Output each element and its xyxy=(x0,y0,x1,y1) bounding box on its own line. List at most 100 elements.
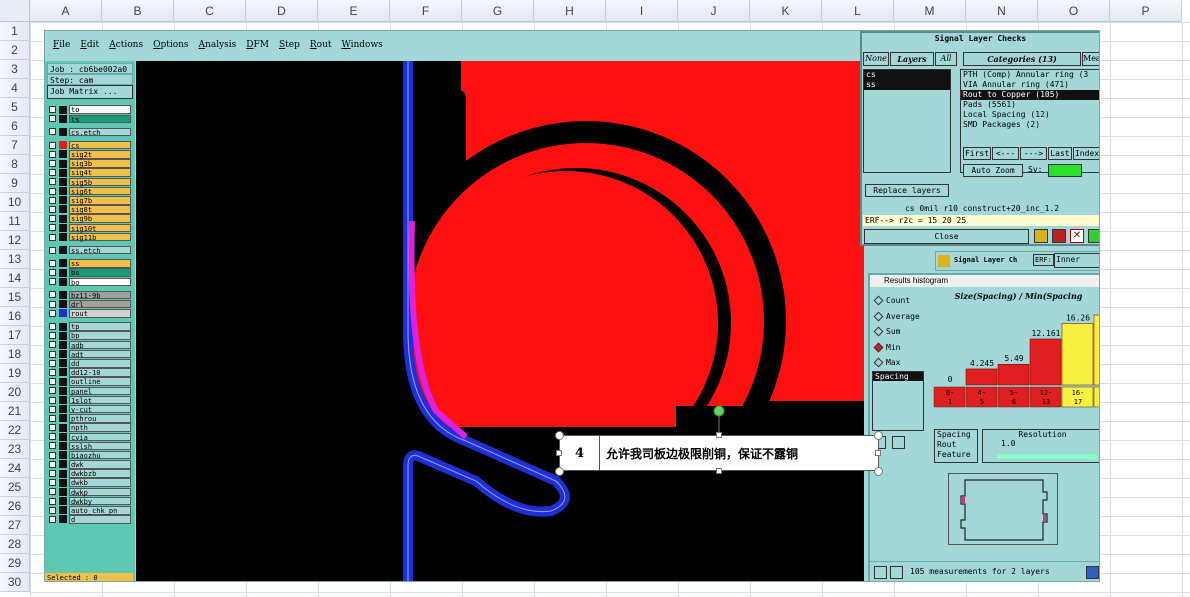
layer-name[interactable]: sig8t xyxy=(69,205,131,214)
layer-name[interactable]: ts xyxy=(69,114,131,124)
layer-color-swatch[interactable] xyxy=(59,506,67,515)
layer-row[interactable]: dd12-10 xyxy=(47,368,133,377)
layer-name[interactable]: ss xyxy=(69,259,131,268)
layer-color-swatch[interactable] xyxy=(59,259,67,268)
histogram-bar[interactable] xyxy=(1093,314,1100,386)
column-header[interactable]: A xyxy=(30,0,102,22)
size-type-item[interactable]: Spacing xyxy=(935,430,977,440)
layer-checkbox[interactable] xyxy=(49,150,56,158)
layer-row[interactable]: cs.etch xyxy=(47,127,133,137)
layer-color-swatch[interactable] xyxy=(59,386,67,395)
layer-color-swatch[interactable] xyxy=(59,300,67,309)
layer-checkbox[interactable] xyxy=(49,332,56,340)
layer-color-swatch[interactable] xyxy=(59,377,67,386)
layer-name[interactable]: sig2t xyxy=(69,150,131,159)
layer-name[interactable]: bo xyxy=(69,277,131,287)
layer-row[interactable]: sig6t xyxy=(47,186,133,196)
layer-row[interactable]: auto_chk_pn xyxy=(47,506,133,515)
row-header[interactable]: 29 xyxy=(0,554,30,573)
layer-checkbox[interactable] xyxy=(49,291,56,299)
layer-color-swatch[interactable] xyxy=(59,497,67,506)
resize-handle[interactable] xyxy=(874,431,883,440)
layer-row[interactable]: adb xyxy=(47,340,133,350)
layer-name[interactable]: pthrou xyxy=(69,414,131,423)
column-header[interactable]: H xyxy=(534,0,606,22)
layer-name[interactable]: dwk xyxy=(69,460,131,469)
mode-radio[interactable]: Average xyxy=(872,309,930,325)
layer-row[interactable]: biaozhu xyxy=(47,450,133,460)
row-header[interactable]: 3 xyxy=(0,60,30,79)
layer-checkbox[interactable] xyxy=(49,259,56,267)
replace-layers-button[interactable]: Replace layers xyxy=(865,184,949,197)
layer-checkbox[interactable] xyxy=(49,396,56,404)
row-header[interactable]: 13 xyxy=(0,250,30,269)
layer-name[interactable]: sslsh xyxy=(69,441,131,451)
row-header[interactable]: 24 xyxy=(0,459,30,478)
row-header[interactable]: 28 xyxy=(0,535,30,554)
layer-row[interactable]: v-cut xyxy=(47,404,133,414)
tab-measure[interactable]: Meas xyxy=(1082,52,1099,66)
delete-icon[interactable]: ✕ xyxy=(1070,229,1084,243)
row-header[interactable]: 18 xyxy=(0,345,30,364)
layer-name[interactable]: biaozhu xyxy=(69,450,131,460)
histogram-bar[interactable] xyxy=(1061,323,1094,386)
erf-value[interactable]: Inner xyxy=(1054,253,1099,268)
layer-row[interactable]: adt xyxy=(47,349,133,359)
layer-color-swatch[interactable] xyxy=(59,114,67,123)
radio-indicator[interactable] xyxy=(873,311,884,322)
layer-checkbox[interactable] xyxy=(49,215,56,223)
layer-checkbox[interactable] xyxy=(49,278,56,286)
layer-row[interactable]: cs xyxy=(47,140,133,150)
layer-checkbox[interactable] xyxy=(49,269,56,277)
row-header[interactable]: 19 xyxy=(0,364,30,383)
layer-name[interactable]: cvia xyxy=(69,432,131,442)
layer-checkbox[interactable] xyxy=(49,196,56,204)
embedded-cam-screenshot[interactable]: File Edit Actions Options Analysis DFM Step Rou… xyxy=(44,30,1100,582)
filter-icon[interactable] xyxy=(890,566,903,579)
layer-name[interactable]: sig10t xyxy=(69,223,131,233)
row-header[interactable]: 22 xyxy=(0,421,30,440)
row-header[interactable]: 8 xyxy=(0,155,30,174)
layer-checkbox[interactable] xyxy=(49,350,56,358)
row-header[interactable]: 4 xyxy=(0,79,30,98)
board-preview[interactable] xyxy=(948,473,1058,545)
layer-name[interactable]: sig4t xyxy=(69,168,131,177)
layer-color-swatch[interactable] xyxy=(59,223,67,232)
column-header[interactable]: L xyxy=(822,0,894,22)
layer-checkbox[interactable] xyxy=(49,246,56,254)
layer-row[interactable]: ts xyxy=(47,114,133,124)
nav-button[interactable]: <--- xyxy=(992,147,1019,160)
layer-name[interactable]: npth xyxy=(69,423,131,432)
layer-checkbox[interactable] xyxy=(49,141,56,149)
layer-name[interactable]: dwkb xyxy=(69,478,131,487)
layer-checkbox[interactable] xyxy=(49,309,56,317)
bin-range-cell[interactable] xyxy=(1093,386,1100,408)
layer-checkbox[interactable] xyxy=(49,442,56,450)
mode-radio[interactable]: Count xyxy=(872,293,930,309)
layer-row[interactable]: dwkb xyxy=(47,478,133,487)
light-icon[interactable] xyxy=(1034,229,1048,243)
size-type-item[interactable]: Feature xyxy=(935,450,977,460)
layer-name[interactable]: dd12-10 xyxy=(69,368,131,377)
column-header[interactable]: F xyxy=(390,0,462,22)
layer-name[interactable]: drl xyxy=(69,299,131,309)
menu-item[interactable]: Windows xyxy=(342,40,383,50)
resize-handle[interactable] xyxy=(874,467,883,476)
mode-radio[interactable]: Max xyxy=(872,355,930,371)
row-header[interactable]: 23 xyxy=(0,440,30,459)
layer-color-swatch[interactable] xyxy=(59,405,67,414)
layer-name[interactable]: dwkbzb xyxy=(69,469,131,478)
layer-color-swatch[interactable] xyxy=(59,268,67,277)
column-header[interactable]: D xyxy=(246,0,318,22)
layer-color-swatch[interactable] xyxy=(59,177,67,186)
histogram-bar[interactable] xyxy=(965,368,998,386)
row-header[interactable]: 15 xyxy=(0,288,30,307)
layer-color-swatch[interactable] xyxy=(59,205,67,214)
column-header[interactable]: P xyxy=(1110,0,1182,22)
category-item[interactable]: PTH (Comp) Annular ring (3 xyxy=(961,70,1099,80)
layer-color-swatch[interactable] xyxy=(59,478,67,487)
layer-checkbox[interactable] xyxy=(49,497,56,505)
resolution-slider[interactable] xyxy=(997,454,1097,459)
layer-row[interactable]: sslsh xyxy=(47,441,133,451)
mode-radio[interactable]: Sum xyxy=(872,324,930,340)
